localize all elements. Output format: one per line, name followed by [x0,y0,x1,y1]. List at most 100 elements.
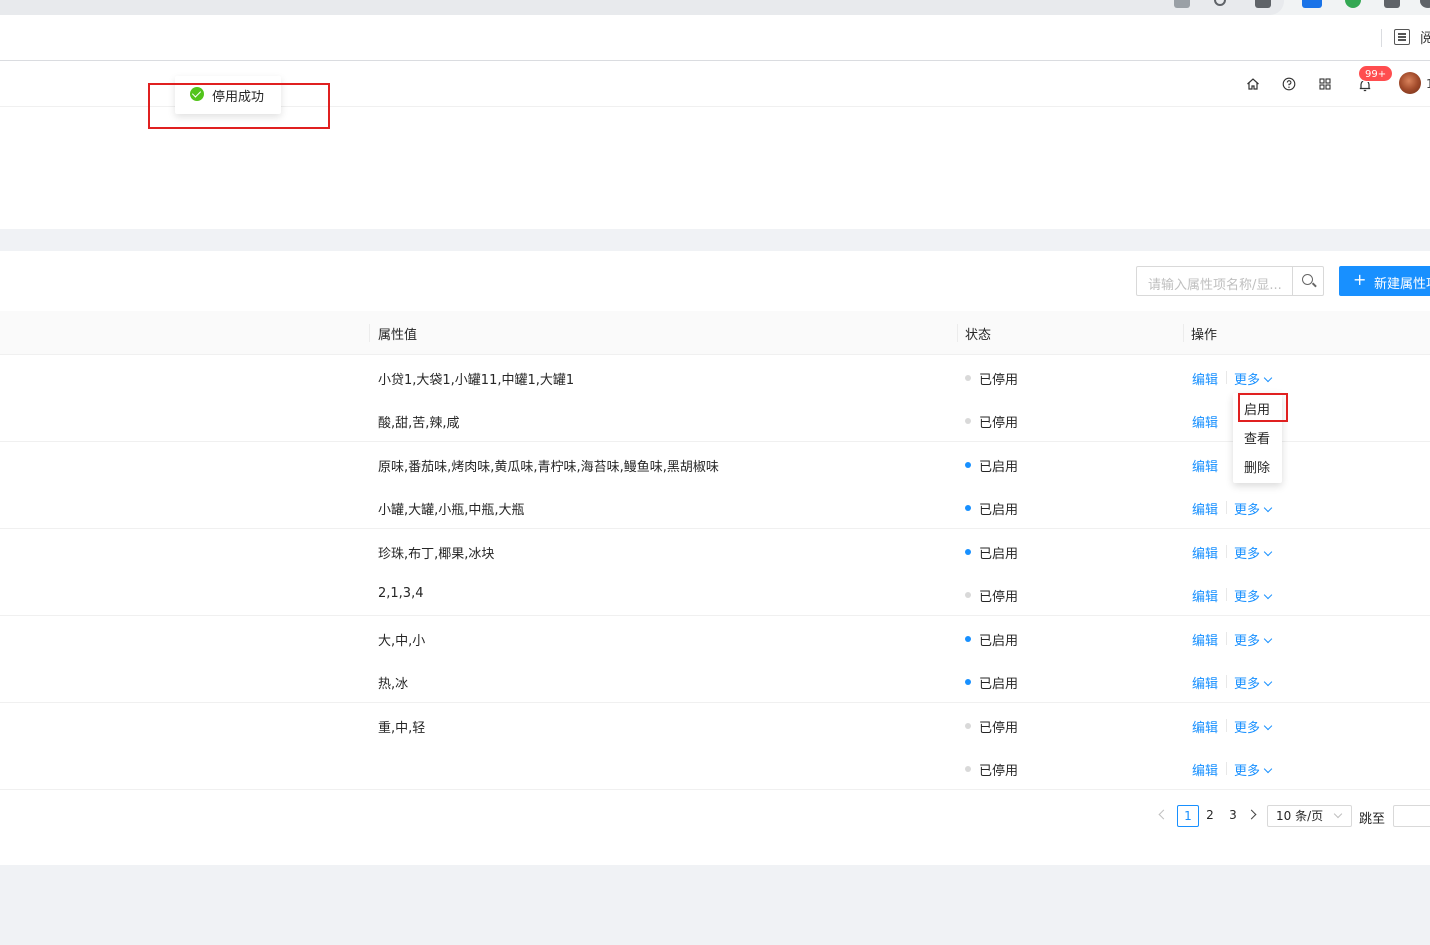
status-dot [965,549,971,555]
extensions-puzzle-icon[interactable] [1384,0,1400,8]
status-text: 已停用 [979,721,1019,736]
jump-label: 跳至 [1359,812,1386,827]
status-dot [965,375,971,381]
attribute-values: 2,1,3,4 [378,586,424,601]
edit-link[interactable]: 编辑 [1192,586,1218,605]
chevron-down-icon [1263,547,1273,557]
column-separator [957,324,958,342]
search-button[interactable] [1292,266,1323,296]
status-dot [965,418,971,424]
menu-item-delete[interactable]: 删除 [1244,457,1270,476]
action-divider [1226,762,1227,775]
edit-link[interactable]: 编辑 [1192,456,1218,475]
more-dropdown-link[interactable]: 更多 [1234,499,1273,518]
pagination-page-2[interactable]: 2 [1199,805,1221,827]
page-size-select[interactable]: 10 条/页 [1267,805,1352,827]
reading-list-label[interactable]: 阅 [1420,28,1430,48]
browser-tab[interactable] [0,0,1284,15]
table-header: 属性值 状态 操作 [0,311,1430,355]
status-dot [965,679,971,685]
more-label: 更多 [1234,503,1261,518]
chevron-down-icon [1263,721,1273,731]
chevron-down-icon [1263,503,1273,513]
menu-item-view[interactable]: 查看 [1244,428,1270,447]
header-trailing-text: 1 [1426,77,1430,91]
status-text: 已启用 [979,634,1019,649]
status-dot [965,592,971,598]
action-divider [1226,501,1227,514]
column-header-actions: 操作 [1191,328,1218,343]
edit-link[interactable]: 编辑 [1192,543,1218,562]
help-icon[interactable] [1282,77,1296,91]
column-header-status: 状态 [965,328,992,343]
pagination-prev-icon[interactable] [1158,809,1169,820]
status-text: 已停用 [979,373,1019,388]
action-divider [1226,632,1227,645]
shield-extension-icon[interactable] [1345,0,1361,8]
edit-link[interactable]: 编辑 [1192,717,1218,736]
apps-grid-icon[interactable] [1318,77,1332,91]
pagination-page-1[interactable]: 1 [1177,805,1199,827]
annotation-highlight-box [1238,393,1288,422]
more-dropdown-link[interactable]: 更多 [1234,369,1273,388]
edit-link[interactable]: 编辑 [1192,369,1218,388]
attribute-values: 小贷1,大袋1,小罐11,中罐1,大罐1 [378,373,575,388]
jump-page-input[interactable] [1393,805,1430,827]
reading-list-icon[interactable] [1394,29,1410,45]
table-row: 酸,甜,苦,辣,咸 已停用 编辑 [0,398,1430,442]
status-text: 已启用 [979,460,1019,475]
edit-link[interactable]: 编辑 [1192,760,1218,779]
edit-link[interactable]: 编辑 [1192,630,1218,649]
pagination-next-icon[interactable] [1246,809,1257,820]
more-label: 更多 [1234,721,1261,736]
table-row: 重,中,轻 已停用 编辑 更多 [0,703,1430,747]
column-separator [369,324,370,342]
more-dropdown-link[interactable]: 更多 [1234,673,1273,692]
more-label: 更多 [1234,677,1261,692]
action-divider [1226,545,1227,558]
table-row: 小贷1,大袋1,小罐11,中罐1,大罐1 已停用 编辑 更多 [0,355,1430,399]
search-input[interactable]: 请输入属性项名称/显... [1136,266,1324,296]
avatar[interactable] [1399,72,1421,94]
bookmark-star-icon[interactable] [1255,0,1271,8]
chevron-down-icon [1263,677,1273,687]
more-dropdown-link[interactable]: 更多 [1234,630,1273,649]
chevron-down-icon [1263,634,1273,644]
home-icon[interactable] [1246,77,1260,91]
status-text: 已启用 [979,503,1019,518]
more-dropdown-link[interactable]: 更多 [1234,543,1273,562]
table-row: 小罐,大罐,小瓶,中瓶,大瓶 已启用 编辑 更多 [0,485,1430,529]
attribute-values: 珍珠,布丁,椰果,冰块 [378,547,495,562]
action-divider [1226,719,1227,732]
status-text: 已停用 [979,764,1019,779]
search-icon [1302,274,1313,285]
more-dropdown-link[interactable]: 更多 [1234,717,1273,736]
pagination-page-3[interactable]: 3 [1222,805,1244,827]
status-dot [965,505,971,511]
status-text: 已启用 [979,677,1019,692]
attribute-values: 重,中,轻 [378,721,426,736]
attribute-list-panel: 请输入属性项名称/显... + 新建属性项 属性值 状态 操作 小贷1,大袋1,… [0,251,1430,865]
more-dropdown-link[interactable]: 更多 [1234,760,1273,779]
search-placeholder: 请输入属性项名称/显... [1148,278,1282,293]
more-label: 更多 [1234,764,1261,779]
more-dropdown-link[interactable]: 更多 [1234,586,1273,605]
edit-link[interactable]: 编辑 [1192,499,1218,518]
new-attribute-button[interactable]: + 新建属性项 [1339,266,1430,296]
edit-link[interactable]: 编辑 [1192,412,1218,431]
edit-link[interactable]: 编辑 [1192,673,1218,692]
more-label: 更多 [1234,634,1261,649]
extension-translate-icon[interactable] [1302,0,1322,8]
attribute-values: 大,中,小 [378,634,426,649]
status-dot [965,636,971,642]
chevron-down-icon [1263,373,1273,383]
table-row: 原味,番茄味,烤肉味,黄瓜味,青柠味,海苔味,鳗鱼味,黑胡椒味 已启用 编辑 [0,442,1430,486]
status-dot [965,723,971,729]
status-dot [965,462,971,468]
profile-icon[interactable] [1420,0,1430,8]
more-label: 更多 [1234,547,1261,562]
attribute-values: 小罐,大罐,小瓶,中瓶,大瓶 [378,503,525,518]
new-attribute-label: 新建属性项 [1374,277,1430,292]
translate-icon[interactable] [1174,0,1190,8]
notification-badge: 99+ [1358,65,1394,82]
